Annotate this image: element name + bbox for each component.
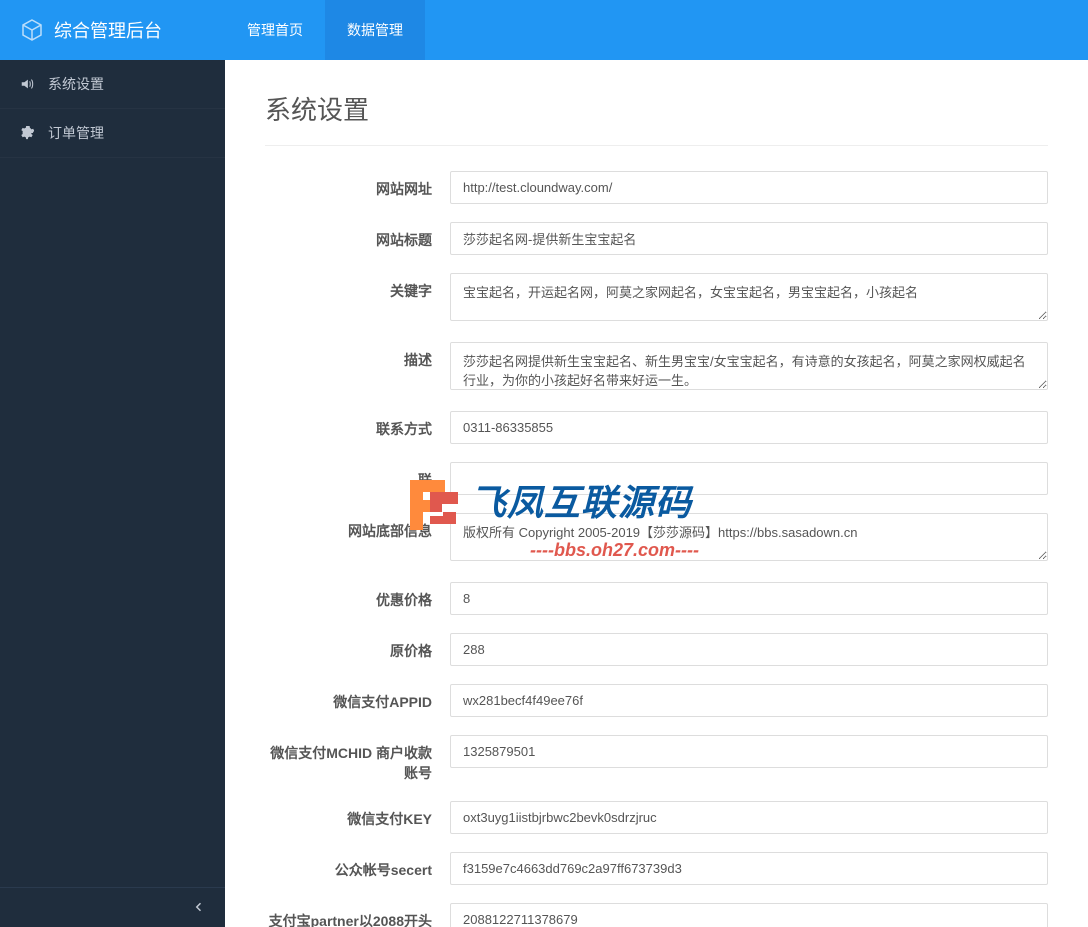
form-row: 联 — [265, 462, 1048, 495]
form-row: 描述 — [265, 342, 1048, 393]
brand: 综合管理后台 — [0, 17, 225, 43]
topnav-item-data[interactable]: 数据管理 — [325, 0, 425, 60]
form-label: 网站底部信息 — [265, 513, 450, 541]
sidebar: 系统设置 订单管理 — [0, 60, 225, 927]
form-row: 网站底部信息 — [265, 513, 1048, 564]
textarea-field[interactable] — [450, 273, 1048, 321]
text-field[interactable] — [450, 411, 1048, 444]
form-label: 联系方式 — [265, 411, 450, 439]
form-label: 优惠价格 — [265, 582, 450, 610]
form-label: 微信支付MCHID 商户收款账号 — [265, 735, 450, 783]
textarea-field[interactable] — [450, 513, 1048, 561]
sidebar-collapse-toggle[interactable] — [0, 887, 225, 927]
text-field[interactable] — [450, 462, 1048, 495]
form-label: 描述 — [265, 342, 450, 370]
form-row: 优惠价格 — [265, 582, 1048, 615]
text-field[interactable] — [450, 801, 1048, 834]
textarea-field[interactable] — [450, 342, 1048, 390]
topbar: 综合管理后台 管理首页 数据管理 — [0, 0, 1088, 60]
chevron-left-icon — [193, 900, 205, 916]
form-label: 公众帐号secert — [265, 852, 450, 880]
form-row: 网站标题 — [265, 222, 1048, 255]
form-row: 微信支付KEY — [265, 801, 1048, 834]
text-field[interactable] — [450, 222, 1048, 255]
form-row: 支付宝partner以2088开头的16位纯数字组成 — [265, 903, 1048, 927]
form-label: 微信支付APPID — [265, 684, 450, 712]
divider — [265, 145, 1048, 146]
form-label: 关键字 — [265, 273, 450, 301]
sidebar-item-system-settings[interactable]: 系统设置 — [0, 60, 225, 109]
text-field[interactable] — [450, 852, 1048, 885]
form-row: 公众帐号secert — [265, 852, 1048, 885]
form-row: 网站网址 — [265, 171, 1048, 204]
form-row: 联系方式 — [265, 411, 1048, 444]
gear-icon — [20, 126, 36, 140]
volume-icon — [20, 77, 36, 91]
form-label: 网站标题 — [265, 222, 450, 250]
main-content: 系统设置 网站网址网站标题关键字描述联系方式联网站底部信息优惠价格原价格微信支付… — [225, 60, 1088, 927]
form-label: 联 — [265, 462, 450, 490]
text-field[interactable] — [450, 171, 1048, 204]
sidebar-item-order-manage[interactable]: 订单管理 — [0, 109, 225, 158]
text-field[interactable] — [450, 684, 1048, 717]
form-row: 微信支付MCHID 商户收款账号 — [265, 735, 1048, 783]
page-title: 系统设置 — [265, 90, 1048, 127]
sidebar-item-label: 订单管理 — [48, 123, 104, 143]
text-field[interactable] — [450, 633, 1048, 666]
sidebar-item-label: 系统设置 — [48, 74, 104, 94]
form-row: 微信支付APPID — [265, 684, 1048, 717]
form-row: 原价格 — [265, 633, 1048, 666]
form-label: 微信支付KEY — [265, 801, 450, 829]
form-row: 关键字 — [265, 273, 1048, 324]
cube-icon — [20, 18, 44, 42]
form-label: 支付宝partner以2088开头的16位纯数字组成 — [265, 903, 450, 927]
text-field[interactable] — [450, 582, 1048, 615]
text-field[interactable] — [450, 903, 1048, 927]
brand-title: 综合管理后台 — [54, 17, 162, 43]
text-field[interactable] — [450, 735, 1048, 768]
form-label: 网站网址 — [265, 171, 450, 199]
form-label: 原价格 — [265, 633, 450, 661]
topnav-item-home[interactable]: 管理首页 — [225, 0, 325, 60]
topnav: 管理首页 数据管理 — [225, 0, 425, 60]
